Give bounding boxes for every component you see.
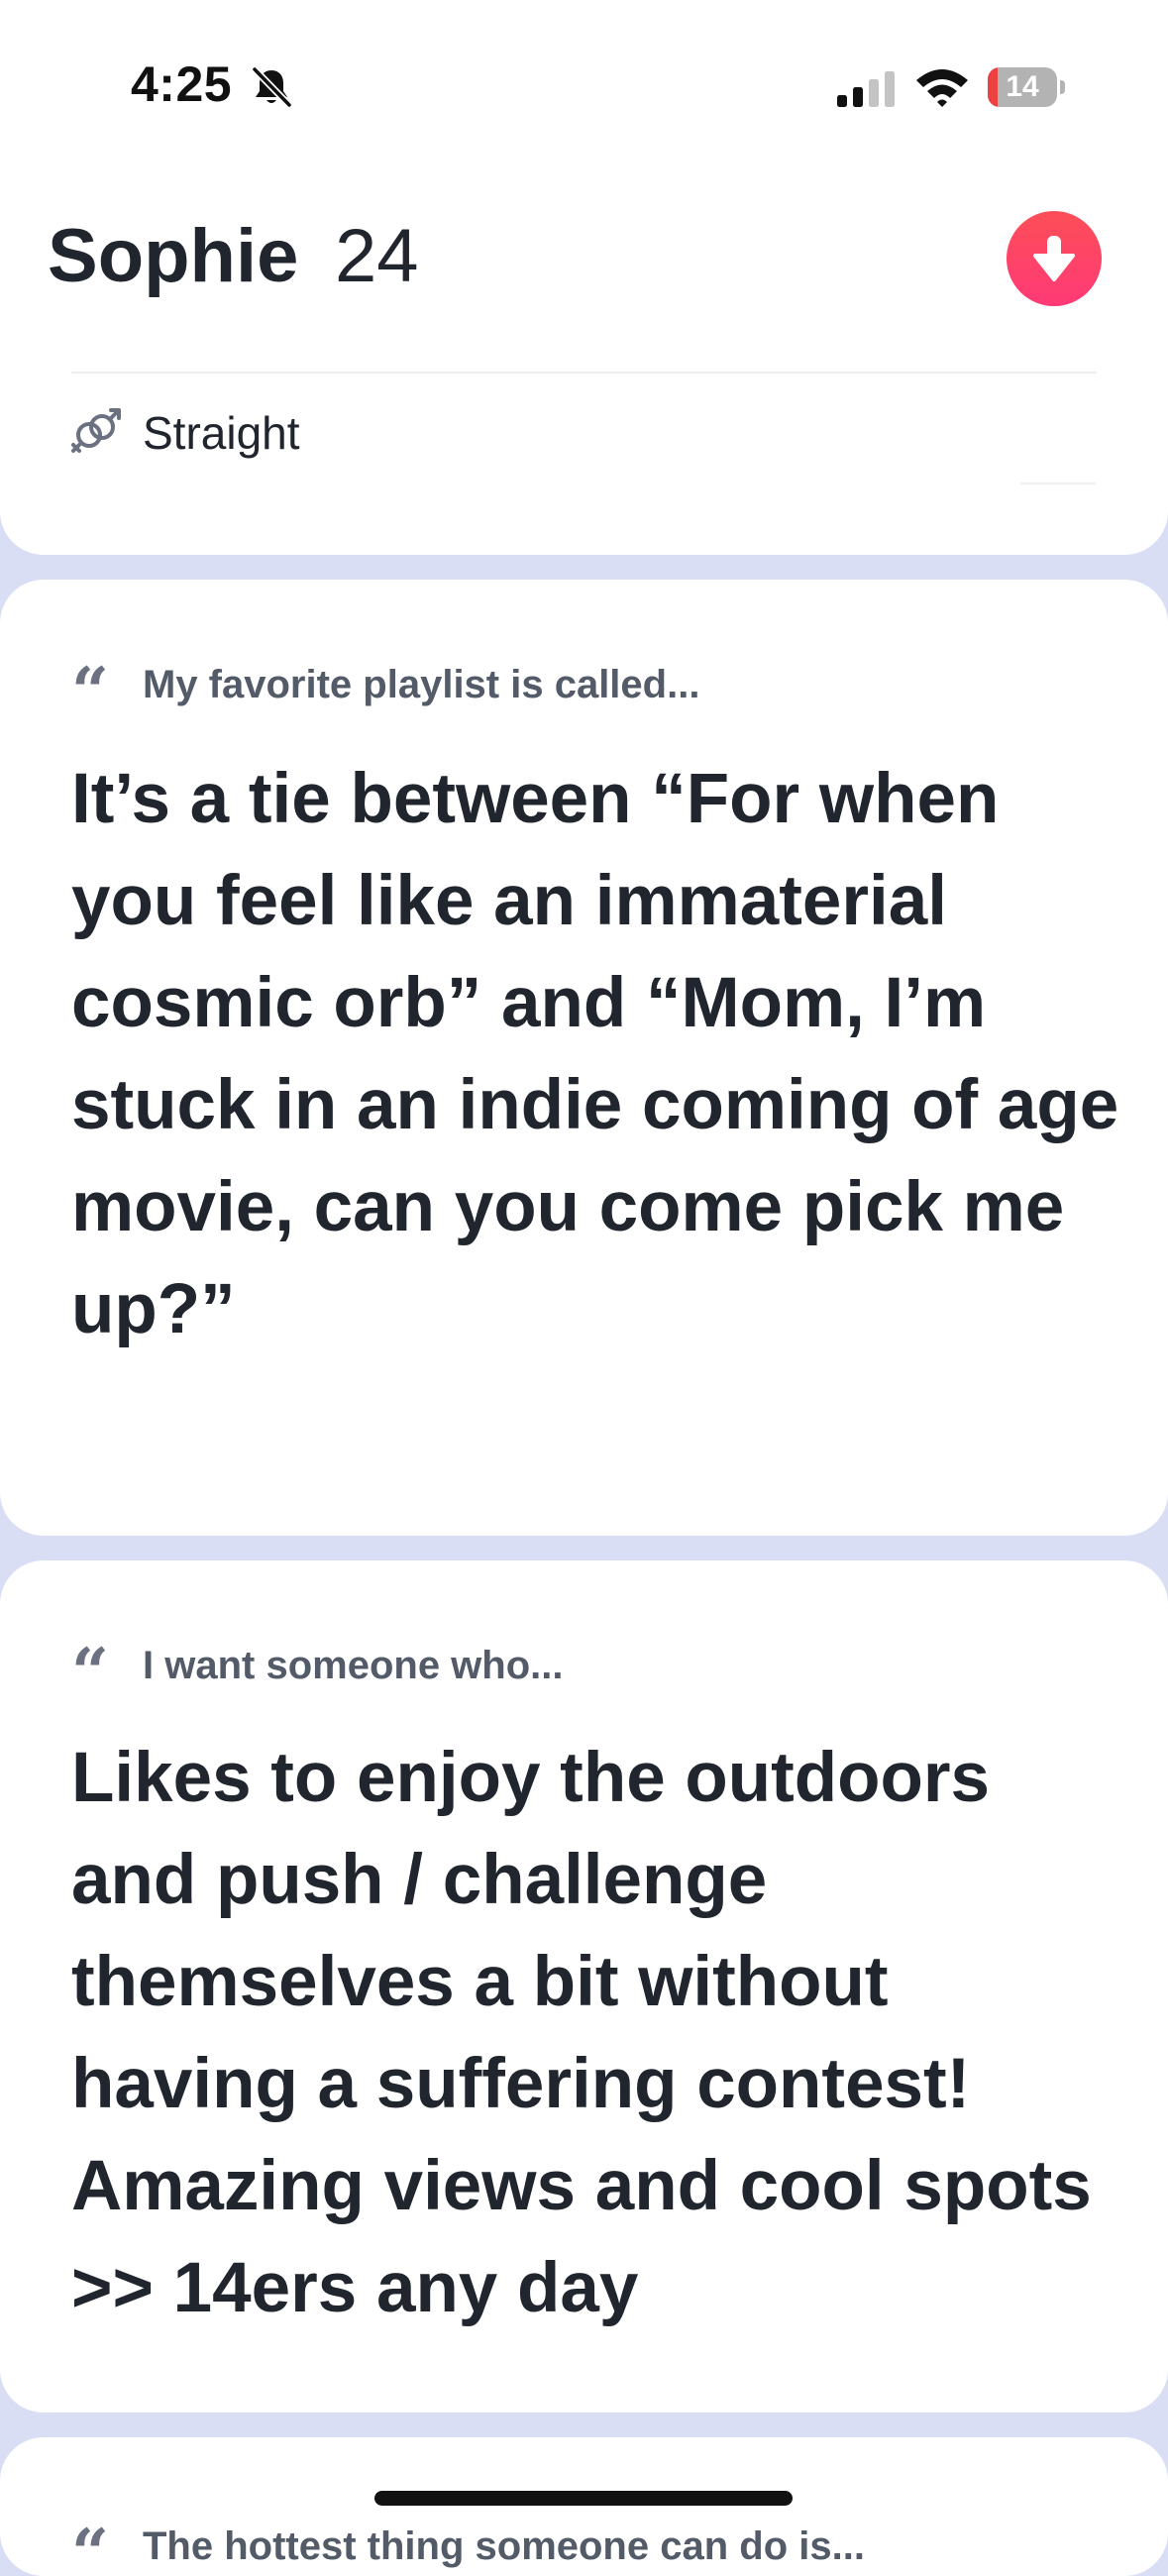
divider [1020,483,1096,484]
battery-percent: 14 [1006,70,1039,103]
wifi-icon [916,69,968,107]
prompt-question-row: “ My favorite playlist is called... [71,659,1062,708]
prompt-card: “ The hottest thing someone can do is... [0,2437,1168,2576]
profile-age: 24 [335,214,419,298]
profile-title-row: Sophie 24 [0,198,1168,317]
prompt-card: “ My favorite playlist is called... It’s… [0,580,1168,1536]
status-time: 4:25 [131,56,233,112]
quote-icon: “ [71,659,109,708]
quote-icon: “ [71,1640,109,1689]
battery-indicator: 14 [988,67,1065,107]
status-bar: 4:25 14 [0,0,1168,168]
prompt-question: My favorite playlist is called... [143,663,700,706]
orientation-row: Straight [71,396,1097,466]
prompt-question: The hottest thing someone can do is... [143,2524,865,2568]
bell-slash-icon [252,66,292,108]
prompt-question-row: “ I want someone who... [71,1640,1062,1689]
prompt-question: I want someone who... [143,1644,564,1687]
prompt-answer: Likes to enjoy the outdoors and push / c… [71,1739,1092,2327]
prompt-card: “ I want someone who... Likes to enjoy t… [0,1560,1168,2413]
quote-icon: “ [71,2521,109,2570]
orientation-label: Straight [143,407,300,459]
profile-name: Sophie [48,214,299,298]
orientation-icon [71,408,121,453]
cellular-signal-icon [837,71,895,107]
profile-header-card: 4:25 14 Sophie 24 Straight [0,0,1168,555]
prompt-answer: It’s a tie between “For when you feel li… [71,760,1119,1348]
divider [71,372,1097,374]
home-indicator[interactable] [374,2491,793,2506]
collapse-profile-button[interactable] [1007,211,1102,306]
prompt-question-row: “ The hottest thing someone can do is... [71,2521,1062,2570]
arrow-down-icon [1033,236,1075,281]
